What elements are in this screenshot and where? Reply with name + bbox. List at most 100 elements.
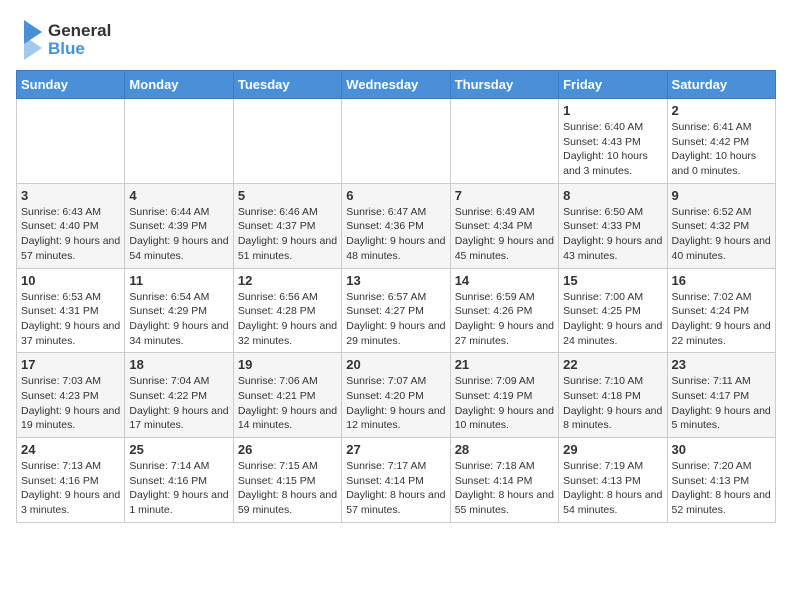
day-number: 3 [21,188,120,203]
day-number: 15 [563,273,662,288]
day-info: Sunrise: 7:20 AM Sunset: 4:13 PM Dayligh… [672,459,771,518]
day-number: 6 [346,188,445,203]
day-info: Sunrise: 7:11 AM Sunset: 4:17 PM Dayligh… [672,374,771,433]
calendar-cell: 27 Sunrise: 7:17 AM Sunset: 4:14 PM Dayli… [342,438,450,523]
day-header-wednesday: Wednesday [342,71,450,99]
week-row-5: 24Sunrise: 7:13 AM Sunset: 4:16 PM Dayli… [17,438,776,523]
calendar-cell [17,99,125,184]
day-info: Sunrise: 6:49 AM Sunset: 4:34 PM Dayligh… [455,205,554,264]
day-info: Sunrise: 7:03 AM Sunset: 4:23 PM Dayligh… [21,374,120,433]
day-header-thursday: Thursday [450,71,558,99]
calendar-cell: 24Sunrise: 7:13 AM Sunset: 4:16 PM Dayli… [17,438,125,523]
calendar-cell: 19Sunrise: 7:06 AM Sunset: 4:21 PM Dayli… [233,353,341,438]
day-info: Sunrise: 6:56 AM Sunset: 4:28 PM Dayligh… [238,290,337,349]
day-number: 9 [672,188,771,203]
day-number: 19 [238,357,337,372]
week-row-2: 3 Sunrise: 6:43 AM Sunset: 4:40 PM Daylig… [17,183,776,268]
day-header-saturday: Saturday [667,71,775,99]
calendar-cell: 10 Sunrise: 6:53 AM Sunset: 4:31 PM Dayli… [17,268,125,353]
calendar-cell: 17 Sunrise: 7:03 AM Sunset: 4:23 PM Dayli… [17,353,125,438]
day-info: Sunrise: 6:50 AM Sunset: 4:33 PM Dayligh… [563,205,662,264]
calendar-cell: 7 Sunrise: 6:49 AM Sunset: 4:34 PM Daylig… [450,183,558,268]
day-info: Sunrise: 7:09 AM Sunset: 4:19 PM Dayligh… [455,374,554,433]
day-info: Sunrise: 7:10 AM Sunset: 4:18 PM Dayligh… [563,374,662,433]
day-number: 4 [129,188,228,203]
header: General Blue [16,16,776,62]
day-number: 30 [672,442,771,457]
svg-text:Blue: Blue [48,39,85,58]
calendar-cell: 23 Sunrise: 7:11 AM Sunset: 4:17 PM Dayli… [667,353,775,438]
day-info: Sunrise: 6:59 AM Sunset: 4:26 PM Dayligh… [455,290,554,349]
day-info: Sunrise: 7:14 AM Sunset: 4:16 PM Dayligh… [129,459,228,518]
day-number: 20 [346,357,445,372]
week-row-3: 10 Sunrise: 6:53 AM Sunset: 4:31 PM Dayli… [17,268,776,353]
day-number: 13 [346,273,445,288]
day-info: Sunrise: 7:00 AM Sunset: 4:25 PM Dayligh… [563,290,662,349]
day-number: 8 [563,188,662,203]
calendar-cell: 15 Sunrise: 7:00 AM Sunset: 4:25 PM Dayli… [559,268,667,353]
day-info: Sunrise: 7:02 AM Sunset: 4:24 PM Dayligh… [672,290,771,349]
day-number: 21 [455,357,554,372]
calendar-header-row: SundayMondayTuesdayWednesdayThursdayFrid… [17,71,776,99]
day-number: 27 [346,442,445,457]
day-number: 12 [238,273,337,288]
calendar-cell: 2 Sunrise: 6:41 AM Sunset: 4:42 PM Daylig… [667,99,775,184]
day-number: 2 [672,103,771,118]
calendar-cell: 5 Sunrise: 6:46 AM Sunset: 4:37 PM Daylig… [233,183,341,268]
day-header-tuesday: Tuesday [233,71,341,99]
day-number: 17 [21,357,120,372]
day-info: Sunrise: 7:07 AM Sunset: 4:20 PM Dayligh… [346,374,445,433]
day-info: Sunrise: 7:15 AM Sunset: 4:15 PM Dayligh… [238,459,337,518]
calendar-cell: 6 Sunrise: 6:47 AM Sunset: 4:36 PM Daylig… [342,183,450,268]
day-number: 11 [129,273,228,288]
day-header-sunday: Sunday [17,71,125,99]
calendar-cell: 13Sunrise: 6:57 AM Sunset: 4:27 PM Dayli… [342,268,450,353]
calendar-cell: 30 Sunrise: 7:20 AM Sunset: 4:13 PM Dayli… [667,438,775,523]
day-number: 14 [455,273,554,288]
calendar-cell: 14 Sunrise: 6:59 AM Sunset: 4:26 PM Dayli… [450,268,558,353]
day-info: Sunrise: 6:41 AM Sunset: 4:42 PM Dayligh… [672,120,771,179]
calendar-cell: 16Sunrise: 7:02 AM Sunset: 4:24 PM Dayli… [667,268,775,353]
day-info: Sunrise: 6:43 AM Sunset: 4:40 PM Dayligh… [21,205,120,264]
calendar-table: SundayMondayTuesdayWednesdayThursdayFrid… [16,70,776,523]
day-info: Sunrise: 6:54 AM Sunset: 4:29 PM Dayligh… [129,290,228,349]
day-number: 24 [21,442,120,457]
calendar-cell: 18 Sunrise: 7:04 AM Sunset: 4:22 PM Dayli… [125,353,233,438]
day-number: 23 [672,357,771,372]
day-number: 28 [455,442,554,457]
calendar-cell: 11 Sunrise: 6:54 AM Sunset: 4:29 PM Dayli… [125,268,233,353]
day-info: Sunrise: 6:44 AM Sunset: 4:39 PM Dayligh… [129,205,228,264]
calendar-cell: 22 Sunrise: 7:10 AM Sunset: 4:18 PM Dayli… [559,353,667,438]
day-info: Sunrise: 7:18 AM Sunset: 4:14 PM Dayligh… [455,459,554,518]
day-info: Sunrise: 6:46 AM Sunset: 4:37 PM Dayligh… [238,205,337,264]
calendar-cell: 21 Sunrise: 7:09 AM Sunset: 4:19 PM Dayli… [450,353,558,438]
day-info: Sunrise: 7:19 AM Sunset: 4:13 PM Dayligh… [563,459,662,518]
day-info: Sunrise: 6:47 AM Sunset: 4:36 PM Dayligh… [346,205,445,264]
calendar-cell [342,99,450,184]
day-number: 18 [129,357,228,372]
logo-svg: General Blue [16,16,146,62]
day-info: Sunrise: 6:53 AM Sunset: 4:31 PM Dayligh… [21,290,120,349]
calendar-cell: 28 Sunrise: 7:18 AM Sunset: 4:14 PM Dayli… [450,438,558,523]
calendar-cell: 3 Sunrise: 6:43 AM Sunset: 4:40 PM Daylig… [17,183,125,268]
calendar-cell: 20 Sunrise: 7:07 AM Sunset: 4:20 PM Dayli… [342,353,450,438]
week-row-1: 1Sunrise: 6:40 AM Sunset: 4:43 PM Daylig… [17,99,776,184]
logo: General Blue [16,16,146,62]
day-number: 1 [563,103,662,118]
day-number: 29 [563,442,662,457]
day-number: 5 [238,188,337,203]
week-row-4: 17 Sunrise: 7:03 AM Sunset: 4:23 PM Dayli… [17,353,776,438]
day-number: 22 [563,357,662,372]
day-info: Sunrise: 6:52 AM Sunset: 4:32 PM Dayligh… [672,205,771,264]
svg-text:General: General [48,21,111,40]
day-number: 26 [238,442,337,457]
day-info: Sunrise: 7:04 AM Sunset: 4:22 PM Dayligh… [129,374,228,433]
calendar-cell: 12 Sunrise: 6:56 AM Sunset: 4:28 PM Dayli… [233,268,341,353]
day-number: 25 [129,442,228,457]
day-header-monday: Monday [125,71,233,99]
day-number: 7 [455,188,554,203]
calendar-cell: 1Sunrise: 6:40 AM Sunset: 4:43 PM Daylig… [559,99,667,184]
day-info: Sunrise: 7:17 AM Sunset: 4:14 PM Dayligh… [346,459,445,518]
calendar-cell [125,99,233,184]
day-number: 10 [21,273,120,288]
